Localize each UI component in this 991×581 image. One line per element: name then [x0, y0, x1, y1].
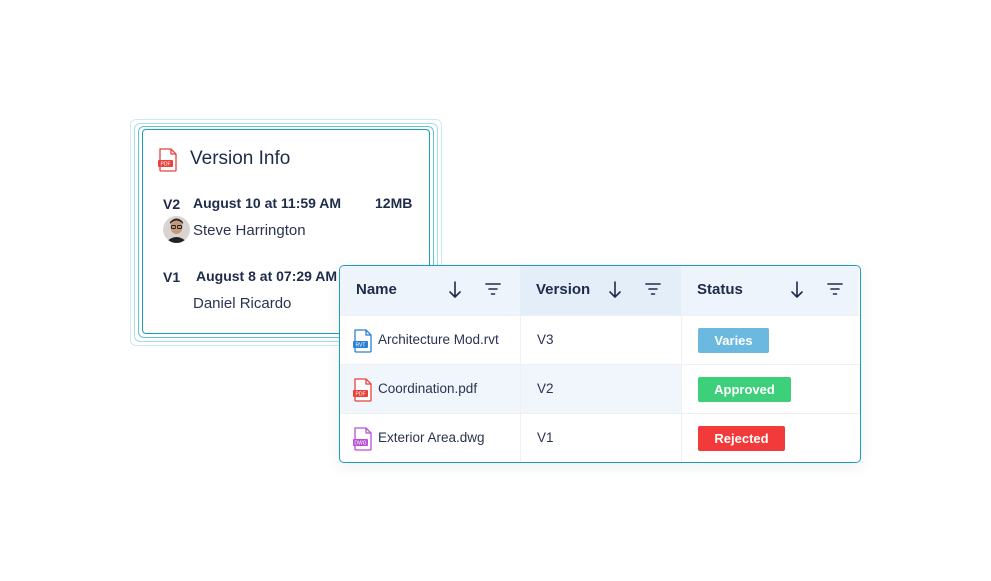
version-cell: V1: [520, 414, 681, 462]
file-name[interactable]: Coordination.pdf: [378, 381, 477, 396]
version-value: V1: [537, 430, 554, 445]
pdf-file-icon: PDF: [158, 148, 177, 172]
svg-text:DWG: DWG: [354, 441, 366, 447]
sort-down-icon[interactable]: [448, 280, 462, 300]
files-table: Name Version Status RVT Architecture Mod…: [339, 265, 861, 463]
pdf-file-icon: PDF: [353, 378, 372, 402]
dwg-file-icon: DWG: [353, 427, 372, 451]
svg-text:PDF: PDF: [356, 392, 366, 398]
version-user: Daniel Ricardo: [193, 295, 292, 312]
status-badge: Approved: [698, 377, 791, 402]
version-cell: V3: [520, 316, 681, 365]
column-header-name[interactable]: Name: [340, 266, 520, 315]
status-cell: Approved: [681, 365, 859, 414]
version-tag: V1: [163, 269, 181, 285]
file-name[interactable]: Architecture Mod.rvt: [378, 332, 499, 347]
version-user: Steve Harrington: [193, 222, 306, 239]
column-label: Status: [697, 281, 743, 298]
file-name[interactable]: Exterior Area.dwg: [378, 430, 485, 445]
status-badge: Varies: [698, 328, 769, 353]
version-tag: V2: [163, 196, 181, 212]
name-cell: RVT Architecture Mod.rvt: [340, 316, 520, 365]
name-cell: DWG Exterior Area.dwg: [340, 414, 520, 462]
version-value: V3: [537, 332, 554, 347]
version-date: August 8 at 07:29 AM: [196, 268, 338, 284]
column-label: Name: [356, 281, 397, 298]
table-row[interactable]: RVT Architecture Mod.rvt V3 Varies: [340, 315, 860, 365]
avatar: [163, 216, 190, 243]
column-header-version[interactable]: Version: [520, 266, 681, 315]
filter-icon[interactable]: [645, 282, 661, 296]
filter-icon[interactable]: [827, 282, 843, 296]
version-size: 12MB: [375, 195, 413, 211]
status-cell: Varies: [681, 316, 859, 365]
table-row[interactable]: DWG Exterior Area.dwg V1 Rejected: [340, 413, 860, 462]
status-badge: Rejected: [698, 426, 785, 451]
svg-text:RVT: RVT: [356, 343, 366, 349]
column-label: Version: [536, 281, 591, 298]
version-value: V2: [537, 381, 554, 396]
version-date: August 10 at 11:59 AM: [193, 195, 342, 211]
sort-down-icon[interactable]: [790, 280, 804, 300]
sort-down-icon[interactable]: [608, 280, 622, 300]
table-row[interactable]: PDF Coordination.pdf V2 Approved: [340, 364, 860, 414]
svg-text:PDF: PDF: [161, 162, 171, 168]
table-header: Name Version Status: [340, 266, 860, 315]
name-cell: PDF Coordination.pdf: [340, 365, 520, 414]
status-cell: Rejected: [681, 414, 859, 462]
version-cell: V2: [520, 365, 681, 414]
rvt-file-icon: RVT: [353, 329, 372, 353]
card-title: Version Info: [190, 148, 291, 169]
column-header-status[interactable]: Status: [681, 266, 859, 315]
filter-icon[interactable]: [485, 282, 501, 296]
